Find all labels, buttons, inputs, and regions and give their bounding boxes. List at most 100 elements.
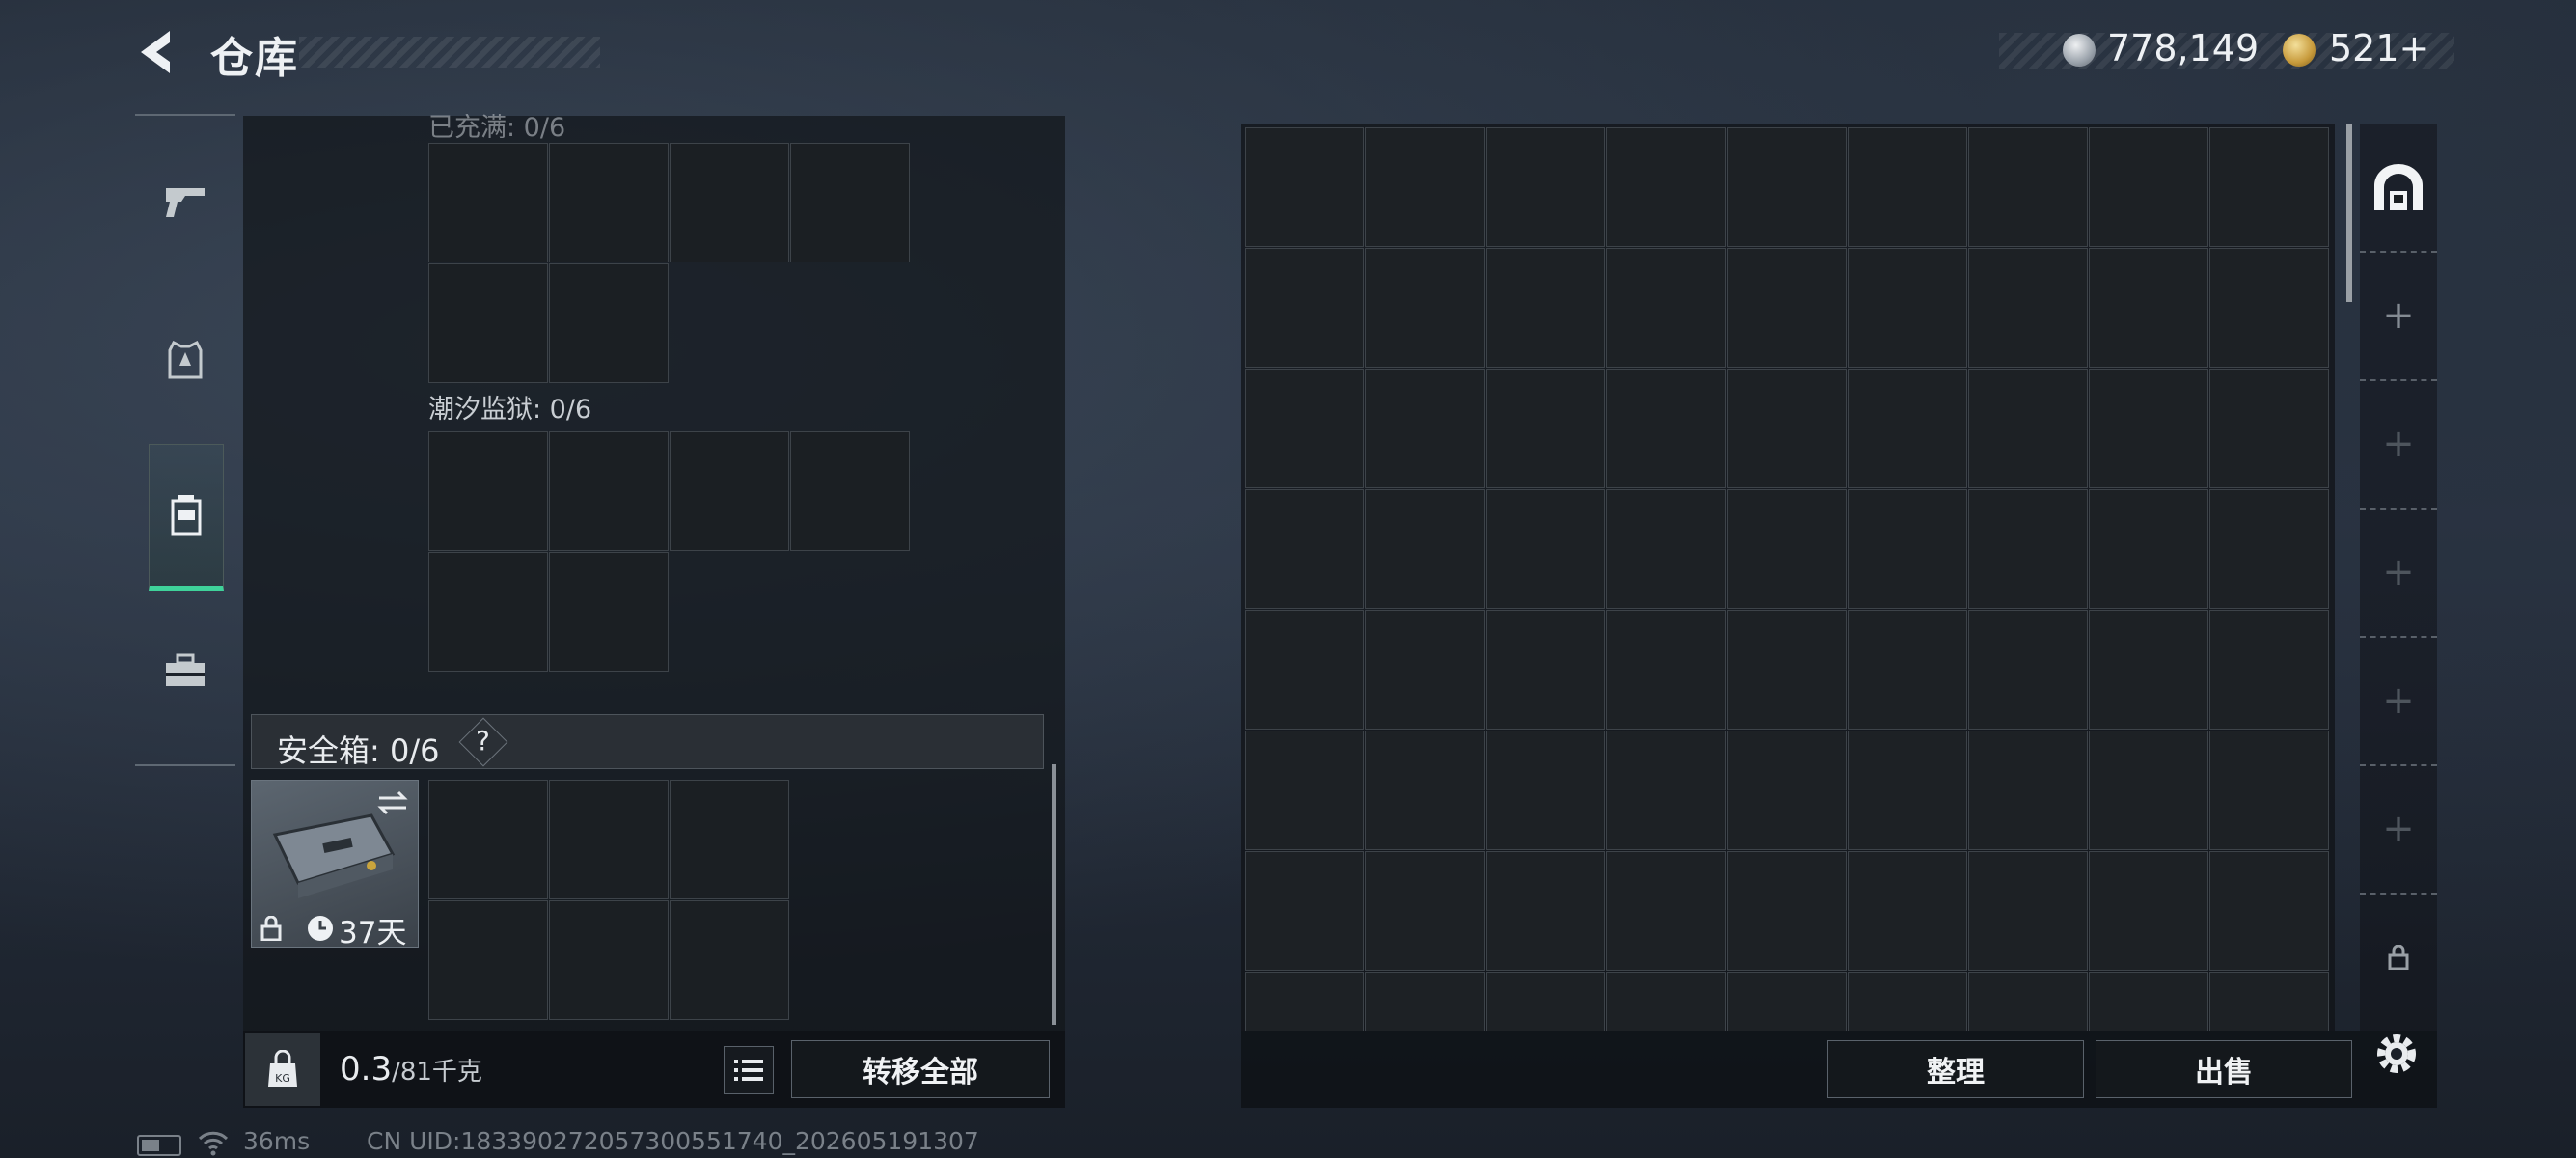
stash-slot[interactable]: [2209, 731, 2329, 850]
stash-slot[interactable]: [1365, 731, 1485, 850]
stash-slot[interactable]: [2089, 369, 2208, 488]
stash-slot[interactable]: [1486, 851, 1605, 971]
nav-weapon-tab[interactable]: [149, 129, 222, 274]
swap-icon[interactable]: [375, 788, 410, 817]
grid-slot[interactable]: [670, 900, 789, 1020]
list-view-button[interactable]: [724, 1046, 774, 1094]
stash-slot[interactable]: [1848, 851, 1967, 971]
stash-slot[interactable]: [1245, 851, 1364, 971]
grid-slot[interactable]: [670, 143, 789, 262]
stash-slot[interactable]: [1245, 127, 1364, 247]
stash-slot[interactable]: [2209, 851, 2329, 971]
stash-slot[interactable]: [1365, 489, 1485, 609]
grid-slot[interactable]: [790, 143, 910, 262]
grid-slot[interactable]: [428, 780, 548, 899]
stash-slot[interactable]: [1727, 851, 1847, 971]
stash-scrollbar[interactable]: [2346, 124, 2352, 302]
stash-slot[interactable]: [1245, 731, 1364, 850]
stash-slot[interactable]: [1727, 972, 1847, 1031]
grid-slot[interactable]: [549, 780, 669, 899]
stash-slot[interactable]: [1245, 489, 1364, 609]
stash-slot[interactable]: [1968, 851, 2088, 971]
safe-box-grid[interactable]: [428, 780, 789, 1020]
stash-panel[interactable]: [1241, 124, 2335, 1031]
stash-grid[interactable]: [1245, 127, 2329, 1031]
stash-tab-add[interactable]: +: [2360, 765, 2437, 895]
stash-slot[interactable]: [1365, 851, 1485, 971]
stash-slot[interactable]: [2089, 127, 2208, 247]
stash-slot[interactable]: [1365, 369, 1485, 488]
transfer-all-button[interactable]: 转移全部: [791, 1040, 1050, 1098]
stash-slot[interactable]: [1968, 248, 2088, 368]
grid-slot[interactable]: [428, 552, 548, 672]
stash-slot[interactable]: [2089, 972, 2208, 1031]
stash-slot[interactable]: [1606, 489, 1726, 609]
stash-slot[interactable]: [1486, 369, 1605, 488]
stash-tab-add[interactable]: +: [2360, 637, 2437, 766]
stash-slot[interactable]: [1486, 489, 1605, 609]
stash-slot[interactable]: [1968, 731, 2088, 850]
stash-slot[interactable]: [2209, 972, 2329, 1031]
back-button[interactable]: [133, 27, 181, 77]
stash-slot[interactable]: [1606, 851, 1726, 971]
stash-slot[interactable]: [1606, 369, 1726, 488]
stash-slot[interactable]: [1968, 489, 2088, 609]
stash-slot[interactable]: [1365, 972, 1485, 1031]
stash-slot[interactable]: [1486, 248, 1605, 368]
stash-slot[interactable]: [1848, 369, 1967, 488]
stash-slot[interactable]: [1245, 369, 1364, 488]
stash-slot[interactable]: [2209, 127, 2329, 247]
grid-slot[interactable]: [549, 552, 669, 672]
grid-slot[interactable]: [670, 431, 789, 551]
container-grid[interactable]: [428, 431, 910, 672]
loadout-panel[interactable]: 已充满: 0/6 潮汐监狱: 0/6 安全箱: 0/6 ? 37天: [243, 114, 1065, 1031]
stash-slot[interactable]: [1606, 731, 1726, 850]
stash-slot[interactable]: [1727, 248, 1847, 368]
stash-tab-add[interactable]: +: [2360, 252, 2437, 381]
stash-slot[interactable]: [1606, 248, 1726, 368]
stash-slot[interactable]: [1245, 610, 1364, 730]
stash-slot[interactable]: [2089, 851, 2208, 971]
stash-tab-locked[interactable]: [2360, 894, 2437, 1021]
stash-slot[interactable]: [1245, 972, 1364, 1031]
grid-slot[interactable]: [549, 143, 669, 262]
stash-slot[interactable]: [1486, 610, 1605, 730]
stash-slot[interactable]: [2209, 248, 2329, 368]
stash-slot[interactable]: [1848, 248, 1967, 368]
stash-slot[interactable]: [2089, 489, 2208, 609]
grid-slot[interactable]: [549, 900, 669, 1020]
stash-slot[interactable]: [1848, 489, 1967, 609]
stash-slot[interactable]: [1606, 610, 1726, 730]
grid-slot[interactable]: [670, 780, 789, 899]
stash-slot[interactable]: [1606, 127, 1726, 247]
stash-slot[interactable]: [2209, 369, 2329, 488]
stash-tab-main[interactable]: [2360, 124, 2437, 253]
stash-slot[interactable]: [1365, 248, 1485, 368]
stash-slot[interactable]: [1848, 127, 1967, 247]
stash-slot[interactable]: [1848, 972, 1967, 1031]
stash-slot[interactable]: [1245, 248, 1364, 368]
help-icon[interactable]: ?: [476, 725, 490, 757]
stash-slot[interactable]: [1727, 610, 1847, 730]
stash-slot[interactable]: [2089, 610, 2208, 730]
stash-slot[interactable]: [1727, 489, 1847, 609]
sort-button[interactable]: 整理: [1827, 1040, 2084, 1098]
nav-case-tab[interactable]: [149, 598, 222, 743]
grid-slot[interactable]: [428, 431, 548, 551]
stash-slot[interactable]: [1968, 127, 2088, 247]
stash-slot[interactable]: [1968, 610, 2088, 730]
stash-slot[interactable]: [1606, 972, 1726, 1031]
stash-slot[interactable]: [1848, 610, 1967, 730]
stash-slot[interactable]: [2089, 248, 2208, 368]
stash-slot[interactable]: [1486, 972, 1605, 1031]
grid-slot[interactable]: [790, 431, 910, 551]
sell-button[interactable]: 出售: [2096, 1040, 2352, 1098]
stash-slot[interactable]: [2209, 610, 2329, 730]
stash-slot[interactable]: [1968, 972, 2088, 1031]
stash-slot[interactable]: [1365, 127, 1485, 247]
stash-tab-add[interactable]: +: [2360, 380, 2437, 510]
gold-amount[interactable]: 521+: [2329, 27, 2429, 69]
nav-backpack-tab[interactable]: [149, 444, 224, 591]
stash-slot[interactable]: [1727, 369, 1847, 488]
container-grid[interactable]: [428, 143, 910, 383]
